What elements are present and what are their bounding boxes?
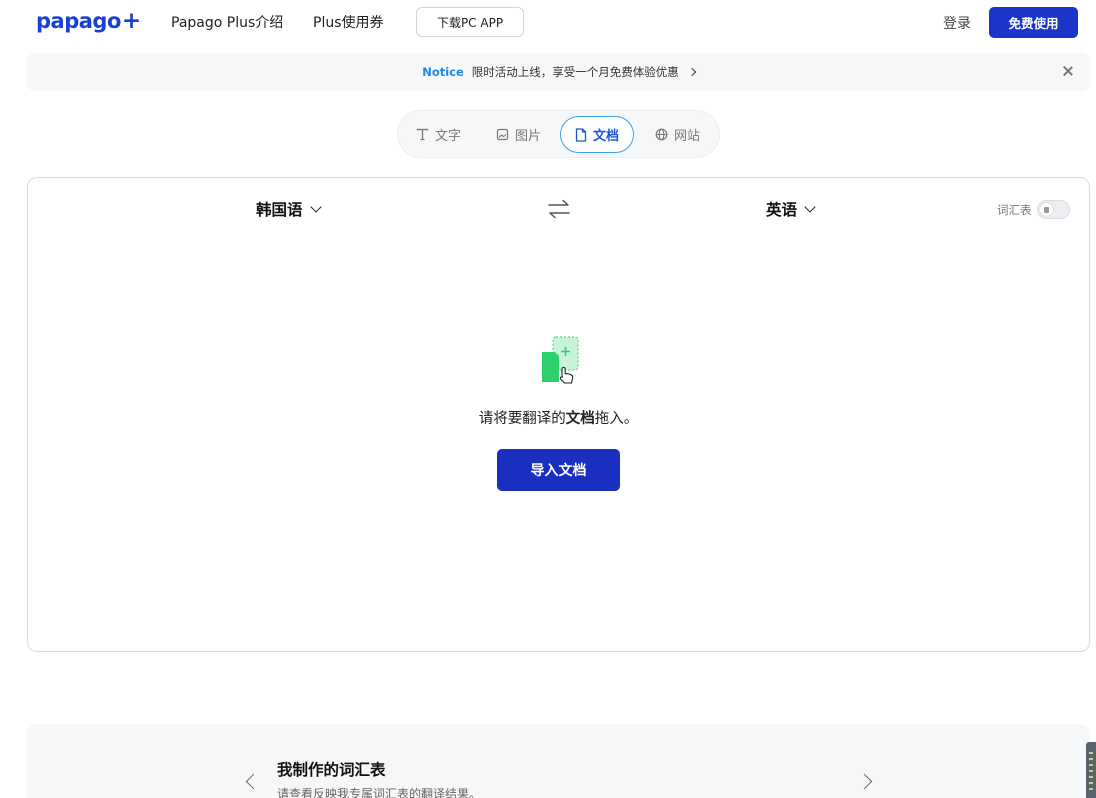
text-icon [416,128,429,141]
notice-label: Notice [422,65,464,79]
swap-languages-icon[interactable] [547,198,571,220]
logo-plus: + [121,8,142,34]
drop-text-prefix: 请将要翻译的 [478,411,566,427]
tab-document[interactable]: 文档 [560,116,635,153]
vocab-card-subtitle: 请查看反映我专属词汇表的翻译结果。 [277,787,482,798]
chevron-right-icon[interactable] [856,773,873,790]
tab-image[interactable]: 图片 [496,116,541,153]
import-document-button[interactable]: 导入文档 [497,449,620,491]
close-icon[interactable] [1062,65,1074,77]
drop-text-bold: 文档 [565,411,595,427]
document-upload-icon [542,336,579,384]
drop-instruction: 请将要翻译的文档拖入。 [28,407,1089,428]
nav-papago-plus-intro[interactable]: Papago Plus介绍 [171,12,283,32]
papago-logo[interactable]: papago + [36,8,141,34]
notice-bar: Notice 限时活动上线，享受一个月免费体验优惠 [27,53,1090,91]
tab-image-label: 图片 [515,129,542,144]
vocabulary-switch[interactable] [1036,200,1070,219]
vocab-card-title: 我制作的词汇表 [277,761,386,779]
tab-document-label: 文档 [593,129,620,144]
document-icon [575,127,587,142]
vocabulary-toggle[interactable]: 词汇表 [997,200,1070,219]
login-link[interactable]: 登录 [943,13,971,33]
nav-plus-voucher[interactable]: Plus使用券 [313,12,384,32]
tab-text-label: 文字 [435,129,462,144]
chevron-down-icon [804,200,816,213]
notice-link[interactable]: Notice 限时活动上线，享受一个月免费体验优惠 [422,64,697,80]
vocabulary-label: 词汇表 [997,202,1032,217]
document-translator-panel: 韩国语 英语 词汇表 请将要翻译的文档拖入。 导入文档 [27,177,1090,652]
globe-icon [655,128,668,141]
tab-website[interactable]: 网站 [655,116,700,153]
translation-mode-tabs: 文字 图片 文档 网站 [397,110,720,158]
tab-text[interactable]: 文字 [416,116,461,153]
chevron-down-icon [309,200,322,213]
drop-text-suffix: 拖入。 [594,411,639,427]
logo-text: papago [36,9,121,33]
chevron-left-icon[interactable] [245,773,262,790]
source-language-select[interactable]: 韩国语 [256,198,322,220]
free-use-button[interactable]: 免费使用 [989,7,1078,38]
chevron-right-icon [687,67,697,77]
target-language-label: 英语 [766,201,798,219]
notice-text: 限时活动上线，享受一个月免费体验优惠 [471,65,679,79]
bookmark-icon [1039,203,1053,216]
download-pc-app-button[interactable]: 下载PC APP [416,7,524,37]
target-language-select[interactable]: 英语 [766,198,816,220]
tab-website-label: 网站 [674,129,701,144]
source-language-label: 韩国语 [256,201,303,219]
image-icon [496,128,509,141]
side-widget[interactable] [1086,742,1096,798]
my-vocabulary-card: 我制作的词汇表 请查看反映我专属词汇表的翻译结果。 [27,724,1090,798]
top-header: papago + Papago Plus介绍 Plus使用券 下载PC APP … [0,0,1096,44]
